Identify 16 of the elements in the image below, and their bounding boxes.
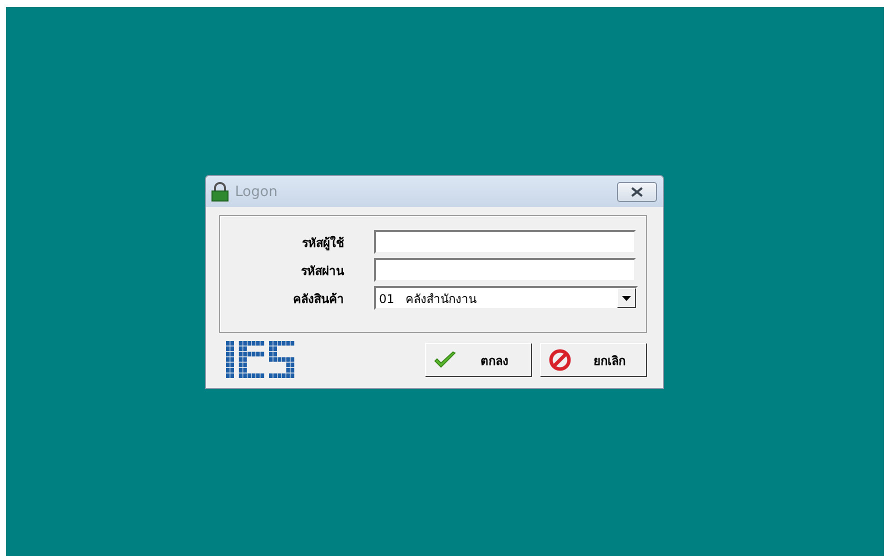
- prohibited-icon: [549, 349, 571, 371]
- cancel-button[interactable]: ยกเลิก: [540, 343, 647, 377]
- username-field[interactable]: [374, 230, 636, 254]
- caret-icon: [622, 296, 631, 300]
- dropdown-arrow-button[interactable]: [617, 288, 636, 308]
- field-label: รหัสผู้ใช้: [301, 234, 344, 252]
- close-icon: [631, 186, 643, 196]
- warehouse-dropdown[interactable]: 01 คลังสำนักงาน: [374, 286, 638, 310]
- checkmark-icon: [434, 351, 456, 369]
- padlock-icon: [210, 182, 230, 202]
- window-title: Logon: [235, 184, 278, 200]
- field-label: คลังสินค้า: [292, 290, 344, 308]
- field-label: รหัสผ่าน: [300, 262, 344, 280]
- password-field[interactable]: [374, 258, 636, 282]
- ok-button[interactable]: ตกลง: [425, 343, 532, 377]
- close-button[interactable]: [617, 182, 657, 202]
